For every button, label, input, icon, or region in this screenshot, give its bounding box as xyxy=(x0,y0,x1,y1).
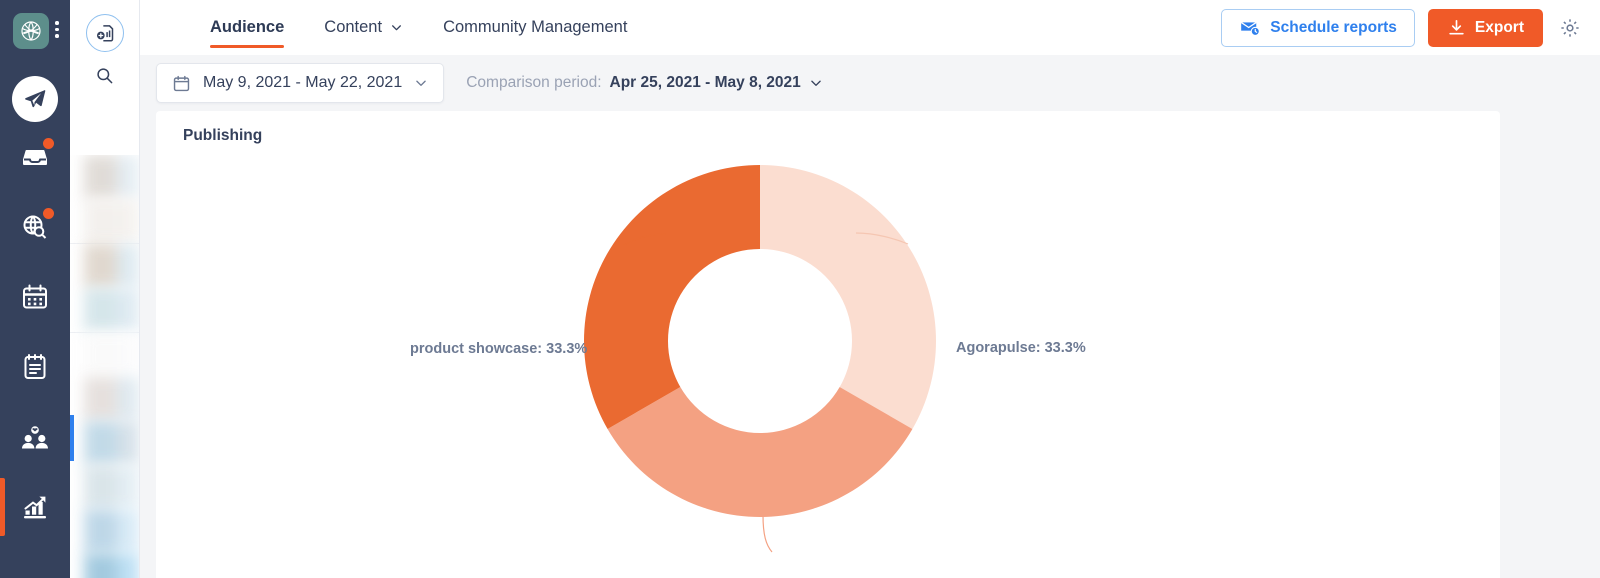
date-range-value: May 9, 2021 - May 22, 2021 xyxy=(203,74,403,91)
list-item[interactable] xyxy=(70,199,139,243)
list-item[interactable] xyxy=(70,377,139,421)
top-bar: Audience Content Community Management Sc… xyxy=(140,0,1600,55)
list-item[interactable] xyxy=(70,288,139,332)
brand-row xyxy=(0,0,70,62)
content-right-gutter xyxy=(1584,55,1600,578)
reports-list-panel xyxy=(70,0,140,578)
sidebar-item-publishing-calendar[interactable] xyxy=(0,262,70,332)
schedule-reports-button[interactable]: Schedule reports xyxy=(1221,8,1415,47)
app-root: Audience Content Community Management Sc… xyxy=(0,0,1600,578)
search-icon xyxy=(97,68,113,84)
brand-logo[interactable] xyxy=(13,13,49,49)
list-item[interactable] xyxy=(70,244,139,288)
chart-label-product-showcase: product showcase: 33.3% xyxy=(410,341,588,357)
donut-slice-agorapulse[interactable] xyxy=(760,165,936,429)
tab-content[interactable]: Content xyxy=(304,0,423,55)
list-item[interactable] xyxy=(70,333,139,377)
globe-network-icon xyxy=(21,21,41,41)
tab-content-label: Content xyxy=(324,18,383,36)
list-item[interactable] xyxy=(70,155,139,199)
schedule-reports-label: Schedule reports xyxy=(1270,18,1397,36)
donut-slice-product-showcase[interactable] xyxy=(584,165,760,429)
notification-badge xyxy=(43,208,54,219)
envelope-schedule-icon xyxy=(1241,21,1261,36)
nav-tabs: Audience Content Community Management xyxy=(190,0,647,55)
export-label: Export xyxy=(1474,18,1524,36)
compose-button[interactable] xyxy=(12,76,58,122)
chevron-down-icon xyxy=(390,21,403,34)
content-area: Publishing product showcase: 33.3% Agora… xyxy=(140,111,1600,578)
main-area: Audience Content Community Management Sc… xyxy=(140,0,1600,578)
sidebar-item-tasks[interactable] xyxy=(0,332,70,402)
list-item[interactable] xyxy=(70,509,139,553)
donut-svg xyxy=(584,165,936,553)
filter-bar: May 9, 2021 - May 22, 2021 Comparison pe… xyxy=(140,55,1600,111)
paper-plane-icon xyxy=(25,90,46,108)
comparison-period-picker[interactable]: Comparison period: Apr 25, 2021 - May 8,… xyxy=(466,74,823,92)
sidebar-item-reports[interactable] xyxy=(0,472,70,542)
donut-slice-blog-shares[interactable] xyxy=(607,387,913,517)
export-button[interactable]: Export xyxy=(1427,8,1543,47)
report-list-obscured[interactable] xyxy=(70,155,139,578)
users-group-icon xyxy=(22,426,48,449)
publishing-donut-chart: product showcase: 33.3% Agorapulse: 33.3… xyxy=(156,111,1500,578)
list-selection-indicator xyxy=(70,415,74,461)
gear-icon xyxy=(1561,18,1579,37)
comparison-period-value: Apr 25, 2021 - May 8, 2021 xyxy=(609,74,801,91)
reports-panel-header xyxy=(70,0,139,110)
list-item[interactable] xyxy=(70,465,139,509)
sidebar-item-listening[interactable] xyxy=(0,192,70,262)
list-item[interactable] xyxy=(70,421,139,465)
download-icon xyxy=(1449,19,1464,35)
settings-button[interactable] xyxy=(1556,14,1584,42)
left-nav-rail xyxy=(0,0,70,578)
leader-line-blog-shares xyxy=(762,514,773,553)
report-add-icon xyxy=(96,25,113,42)
notification-badge xyxy=(43,138,54,149)
tab-community-management-label: Community Management xyxy=(443,18,628,36)
search-button[interactable] xyxy=(70,66,139,85)
tab-audience[interactable]: Audience xyxy=(190,0,304,55)
chevron-down-icon xyxy=(416,80,426,87)
sidebar-item-inbox[interactable] xyxy=(0,122,70,192)
kebab-menu-icon[interactable] xyxy=(55,21,59,38)
publishing-card: Publishing product showcase: 33.3% Agora… xyxy=(156,111,1500,578)
tab-audience-label: Audience xyxy=(210,18,285,36)
comparison-period-label: Comparison period: xyxy=(466,74,602,91)
chart-label-agorapulse: Agorapulse: 33.3% xyxy=(956,340,1086,356)
calendar-icon xyxy=(23,284,47,309)
top-bar-actions: Schedule reports Export xyxy=(1221,8,1600,47)
create-report-button[interactable] xyxy=(85,14,124,52)
chevron-down-icon xyxy=(811,80,821,87)
bar-chart-growth-icon xyxy=(24,496,46,519)
calendar-icon xyxy=(173,75,190,91)
sidebar-item-fans-followers[interactable] xyxy=(0,402,70,472)
tab-community-management[interactable]: Community Management xyxy=(423,0,647,55)
clipboard-list-icon xyxy=(24,354,46,379)
list-item[interactable] xyxy=(70,553,139,578)
date-range-picker[interactable]: May 9, 2021 - May 22, 2021 xyxy=(156,63,445,103)
